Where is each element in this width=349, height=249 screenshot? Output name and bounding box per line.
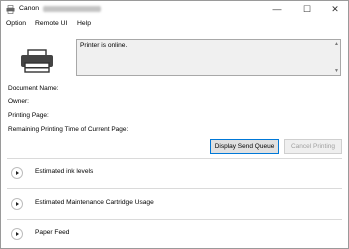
section-estimated-ink-levels[interactable]: Estimated ink levels	[7, 159, 342, 187]
printer-icon	[21, 49, 53, 73]
printer-status-window: Canon — ☐ ✕ Option Remote UI Help Printe…	[0, 0, 349, 249]
section-label: Estimated ink levels	[35, 168, 94, 175]
minimize-button[interactable]: —	[263, 1, 291, 18]
section-maintenance-cartridge[interactable]: Estimated Maintenance Cartridge Usage	[7, 190, 342, 218]
window-title: Canon	[19, 5, 40, 12]
display-send-queue-button[interactable]: Display Send Queue	[210, 139, 279, 154]
printing-page-label: Printing Page:	[8, 112, 49, 119]
menu-bar: Option Remote UI Help	[1, 18, 348, 31]
expand-arrow-icon[interactable]	[11, 167, 23, 179]
close-button[interactable]: ✕	[321, 1, 348, 18]
menu-help[interactable]: Help	[77, 20, 91, 27]
cancel-printing-button[interactable]: Cancel Printing	[284, 139, 342, 154]
redacted-model-name	[43, 6, 101, 12]
remaining-time-label: Remaining Printing Time of Current Page:	[8, 126, 129, 133]
divider	[7, 188, 342, 189]
expand-arrow-icon[interactable]	[11, 228, 23, 240]
scroll-down-icon[interactable]: ▼	[334, 68, 339, 74]
maximize-button[interactable]: ☐	[293, 1, 321, 18]
printer-app-icon	[6, 5, 15, 14]
section-paper-feed[interactable]: Paper Feed	[7, 220, 342, 248]
owner-label: Owner:	[8, 98, 29, 105]
scroll-up-icon[interactable]: ▲	[334, 41, 339, 47]
menu-remote-ui[interactable]: Remote UI	[35, 20, 67, 27]
menu-option[interactable]: Option	[6, 20, 26, 27]
section-label: Estimated Maintenance Cartridge Usage	[35, 199, 154, 206]
status-message-box: Printer is online. ▲ ▼	[76, 39, 341, 76]
title-bar[interactable]: Canon — ☐ ✕	[1, 1, 348, 18]
status-message: Printer is online.	[80, 42, 128, 49]
section-label: Paper Feed	[35, 229, 70, 236]
document-name-label: Document Name:	[8, 85, 59, 92]
expand-arrow-icon[interactable]	[11, 198, 23, 210]
